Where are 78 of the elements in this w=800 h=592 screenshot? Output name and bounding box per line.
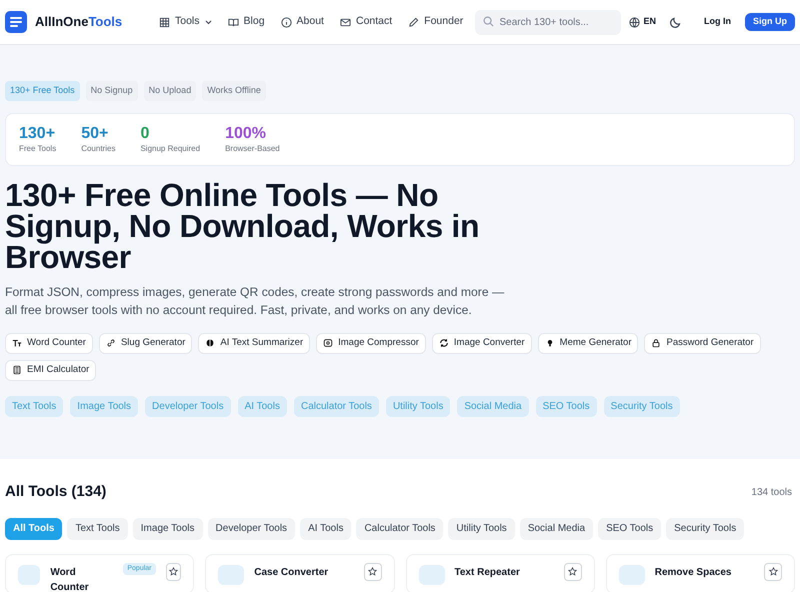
refresh-icon — [438, 338, 449, 348]
tool-icon — [418, 564, 444, 584]
tool-title: Case Converter — [254, 566, 328, 580]
section-heading: All Tools (134) — [5, 482, 106, 502]
tool-shortcut[interactable]: Password Generator — [644, 332, 761, 354]
feature-badge: Works Offline — [202, 81, 266, 100]
tool-shortcut[interactable]: Word Counter — [5, 332, 93, 354]
language-selector[interactable]: EN — [643, 15, 656, 29]
search-field[interactable]: Search 130+ tools... — [475, 10, 622, 35]
nav-link[interactable]: About — [280, 14, 324, 30]
tool-icon — [18, 564, 40, 584]
tool-card[interactable]: Remove Spaces — [606, 554, 795, 592]
stat-value: 130+ — [19, 124, 56, 142]
book-icon — [228, 16, 239, 28]
signup-button[interactable]: Sign Up — [745, 13, 795, 31]
stat-label: Browser-Based — [225, 142, 280, 154]
calculator-icon — [12, 365, 22, 375]
stat-value: 50+ — [81, 124, 110, 142]
text-icon — [12, 338, 22, 348]
tool-title: Word Counter — [50, 566, 90, 592]
page-description: Format JSON, compress images, generate QR codes, create strong passwords and more — all free browser tools with no account required. Fast, private, and works on any device. — [5, 284, 505, 318]
pencil-icon — [408, 16, 420, 28]
filter-tab[interactable]: SEO Tools — [598, 518, 662, 540]
star-button[interactable] — [764, 562, 782, 580]
star-button[interactable] — [166, 562, 182, 580]
tool-icon — [618, 564, 645, 584]
tool-shortcut[interactable]: Slug Generator — [98, 332, 192, 354]
filter-tab[interactable]: Security Tools — [666, 518, 744, 540]
tool-title: Remove Spaces — [654, 566, 732, 580]
star-icon — [368, 567, 377, 576]
star-icon — [768, 567, 778, 576]
tool-card[interactable]: Case Converter — [205, 554, 394, 592]
star-icon — [168, 567, 178, 576]
filter-tab[interactable]: Social Media — [520, 518, 594, 540]
globe-icon[interactable] — [629, 16, 640, 28]
filter-tab[interactable]: Text Tools — [67, 518, 128, 540]
star-button[interactable] — [364, 562, 382, 580]
search-icon — [483, 16, 494, 27]
nav-link[interactable]: Contact — [340, 14, 392, 30]
feature-badge: 130+ Free Tools — [5, 81, 80, 100]
stat-label: Signup Required — [140, 142, 200, 154]
mail-icon — [340, 16, 351, 28]
brain-icon — [205, 338, 216, 348]
login-button[interactable]: Log In — [698, 11, 737, 33]
nav-link[interactable]: Founder — [408, 14, 464, 30]
stat-label: Countries — [81, 142, 116, 154]
brand-name[interactable]: AllInOneTools — [35, 12, 122, 32]
filter-tab[interactable]: Image Tools — [132, 518, 203, 540]
tool-count: 134 tools — [751, 486, 792, 500]
page-heading: 130+ Free Online Tools — No Signup, No Download, Works in Browser — [5, 180, 480, 272]
lock-icon — [651, 338, 662, 348]
grid-icon — [159, 16, 170, 28]
nav-link[interactable]: Tools — [159, 14, 212, 30]
info-icon — [280, 16, 292, 28]
star-icon — [568, 567, 578, 576]
tool-icon — [218, 564, 244, 584]
feature-badge: No Signup — [86, 81, 138, 100]
tool-shortcut[interactable]: Meme Generator — [538, 332, 638, 354]
stat-label: Free Tools — [19, 142, 56, 154]
link-icon — [106, 338, 116, 348]
image-icon — [323, 338, 334, 348]
star-button[interactable] — [564, 562, 582, 580]
stat-value: 0 — [140, 124, 150, 142]
tool-shortcut[interactable]: Image Compressor — [316, 332, 426, 354]
filter-tab[interactable]: Utility Tools — [448, 518, 515, 540]
filter-tab[interactable]: AI Tools — [300, 518, 352, 540]
tool-shortcut[interactable]: EMI Calculator — [5, 360, 96, 380]
tool-shortcut[interactable]: AI Text Summarizer — [198, 332, 310, 354]
tool-title: Text Repeater — [454, 566, 520, 580]
nav-link[interactable]: Blog — [228, 14, 265, 30]
tool-shortcut[interactable]: Image Converter — [432, 332, 532, 354]
moon-icon[interactable] — [670, 16, 682, 28]
filter-tab[interactable]: Calculator Tools — [356, 518, 444, 540]
stat-value: 100% — [225, 124, 267, 142]
logo-icon[interactable] — [5, 11, 27, 33]
feature-badge: No Upload — [144, 81, 196, 100]
filter-tab[interactable]: Developer Tools — [208, 518, 296, 540]
tool-card[interactable]: Text Repeater — [406, 554, 595, 592]
